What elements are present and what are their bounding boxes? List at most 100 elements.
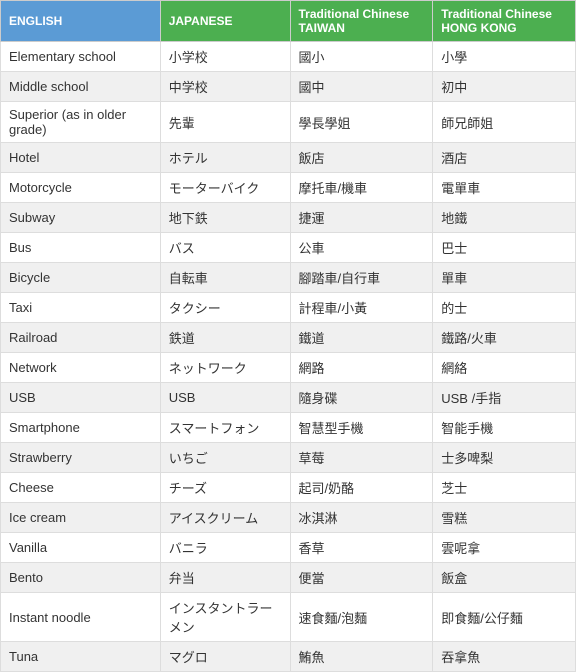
table-row: Ice creamアイスクリーム冰淇淋雪糕 (1, 503, 576, 533)
cell-tc_hk: USB /手指 (433, 383, 576, 413)
cell-english: USB (1, 383, 161, 413)
cell-japanese: USB (160, 383, 290, 413)
cell-tc_hk: 雲呢拿 (433, 533, 576, 563)
table-row: Instant noodleインスタントラーメン速食麵/泡麵即食麵/公仔麵 (1, 593, 576, 642)
cell-japanese: スマートフォン (160, 413, 290, 443)
cell-japanese: ネットワーク (160, 353, 290, 383)
cell-japanese: バス (160, 233, 290, 263)
cell-tc_hk: 巴士 (433, 233, 576, 263)
cell-english: Cheese (1, 473, 161, 503)
table-row: Bicycle自転車腳踏車/自行車單車 (1, 263, 576, 293)
cell-english: Vanilla (1, 533, 161, 563)
cell-english: Railroad (1, 323, 161, 353)
cell-tc_hk: 即食麵/公仔麵 (433, 593, 576, 642)
cell-tc_hk: 初中 (433, 72, 576, 102)
cell-japanese: 小学校 (160, 42, 290, 72)
cell-english: Middle school (1, 72, 161, 102)
header-tc-taiwan: Traditional ChineseTAIWAN (290, 1, 433, 42)
cell-english: Bicycle (1, 263, 161, 293)
cell-japanese: 弁当 (160, 563, 290, 593)
cell-tc_hk: 酒店 (433, 143, 576, 173)
cell-japanese: 中学校 (160, 72, 290, 102)
cell-tc_hk: 士多啤梨 (433, 443, 576, 473)
cell-japanese: 自転車 (160, 263, 290, 293)
cell-japanese: タクシー (160, 293, 290, 323)
cell-tc_taiwan: 腳踏車/自行車 (290, 263, 433, 293)
cell-japanese: 先輩 (160, 102, 290, 143)
cell-tc_taiwan: 摩托車/機車 (290, 173, 433, 203)
cell-english: Motorcycle (1, 173, 161, 203)
cell-tc_taiwan: 飯店 (290, 143, 433, 173)
cell-tc_hk: 雪糕 (433, 503, 576, 533)
cell-japanese: マグロ (160, 642, 290, 672)
cell-tc_hk: 電單車 (433, 173, 576, 203)
cell-english: Bento (1, 563, 161, 593)
cell-english: Ice cream (1, 503, 161, 533)
cell-tc_taiwan: 隨身碟 (290, 383, 433, 413)
cell-japanese: バニラ (160, 533, 290, 563)
table-row: Strawberryいちご草莓士多啤梨 (1, 443, 576, 473)
cell-tc_taiwan: 起司/奶酪 (290, 473, 433, 503)
cell-tc_hk: 師兄師姐 (433, 102, 576, 143)
cell-japanese: ホテル (160, 143, 290, 173)
cell-tc_taiwan: 鮪魚 (290, 642, 433, 672)
table-row: Middle school中学校國中初中 (1, 72, 576, 102)
cell-english: Instant noodle (1, 593, 161, 642)
cell-japanese: チーズ (160, 473, 290, 503)
table-row: Busバス公車巴士 (1, 233, 576, 263)
cell-english: Taxi (1, 293, 161, 323)
cell-tc_hk: 飯盒 (433, 563, 576, 593)
cell-tc_hk: 小學 (433, 42, 576, 72)
cell-japanese: インスタントラーメン (160, 593, 290, 642)
table-row: Superior (as in older grade)先輩學長學姐師兄師姐 (1, 102, 576, 143)
cell-tc_taiwan: 冰淇淋 (290, 503, 433, 533)
cell-english: Bus (1, 233, 161, 263)
cell-tc_taiwan: 草莓 (290, 443, 433, 473)
cell-tc_hk: 吞拿魚 (433, 642, 576, 672)
cell-english: Superior (as in older grade) (1, 102, 161, 143)
cell-tc_taiwan: 智慧型手機 (290, 413, 433, 443)
table-row: Railroad鉄道鐵道鐵路/火車 (1, 323, 576, 353)
cell-tc_taiwan: 便當 (290, 563, 433, 593)
cell-tc_taiwan: 香草 (290, 533, 433, 563)
cell-tc_taiwan: 計程車/小黃 (290, 293, 433, 323)
table-row: Bento弁当便當飯盒 (1, 563, 576, 593)
cell-tc_taiwan: 學長學姐 (290, 102, 433, 143)
header-tc-hk: Traditional ChineseHONG KONG (433, 1, 576, 42)
table-row: Vanillaバニラ香草雲呢拿 (1, 533, 576, 563)
cell-tc_taiwan: 鐵道 (290, 323, 433, 353)
cell-tc_taiwan: 國中 (290, 72, 433, 102)
cell-english: Tuna (1, 642, 161, 672)
table-row: Hotelホテル飯店酒店 (1, 143, 576, 173)
cell-tc_hk: 的士 (433, 293, 576, 323)
cell-tc_taiwan: 速食麵/泡麵 (290, 593, 433, 642)
cell-tc_hk: 地鐵 (433, 203, 576, 233)
table-row: Tunaマグロ鮪魚吞拿魚 (1, 642, 576, 672)
cell-japanese: アイスクリーム (160, 503, 290, 533)
cell-tc_hk: 鐵路/火車 (433, 323, 576, 353)
comparison-table: ENGLISH JAPANESE Traditional ChineseTAIW… (0, 0, 576, 672)
cell-tc_hk: 芝士 (433, 473, 576, 503)
cell-japanese: 鉄道 (160, 323, 290, 353)
table-row: Smartphoneスマートフォン智慧型手機智能手機 (1, 413, 576, 443)
cell-tc_hk: 智能手機 (433, 413, 576, 443)
cell-japanese: 地下鉄 (160, 203, 290, 233)
cell-japanese: いちご (160, 443, 290, 473)
table-row: USBUSB隨身碟USB /手指 (1, 383, 576, 413)
table-row: Motorcycleモーターバイク摩托車/機車電單車 (1, 173, 576, 203)
cell-tc_hk: 單車 (433, 263, 576, 293)
table-row: Elementary school小学校國小小學 (1, 42, 576, 72)
cell-japanese: モーターバイク (160, 173, 290, 203)
cell-english: Elementary school (1, 42, 161, 72)
table-row: Cheeseチーズ起司/奶酪芝士 (1, 473, 576, 503)
header-japanese: JAPANESE (160, 1, 290, 42)
cell-english: Strawberry (1, 443, 161, 473)
cell-english: Smartphone (1, 413, 161, 443)
header-english: ENGLISH (1, 1, 161, 42)
cell-tc_hk: 網絡 (433, 353, 576, 383)
cell-english: Subway (1, 203, 161, 233)
table-row: Subway地下鉄捷運地鐵 (1, 203, 576, 233)
cell-english: Network (1, 353, 161, 383)
table-row: Networkネットワーク網路網絡 (1, 353, 576, 383)
table-row: Taxiタクシー計程車/小黃的士 (1, 293, 576, 323)
